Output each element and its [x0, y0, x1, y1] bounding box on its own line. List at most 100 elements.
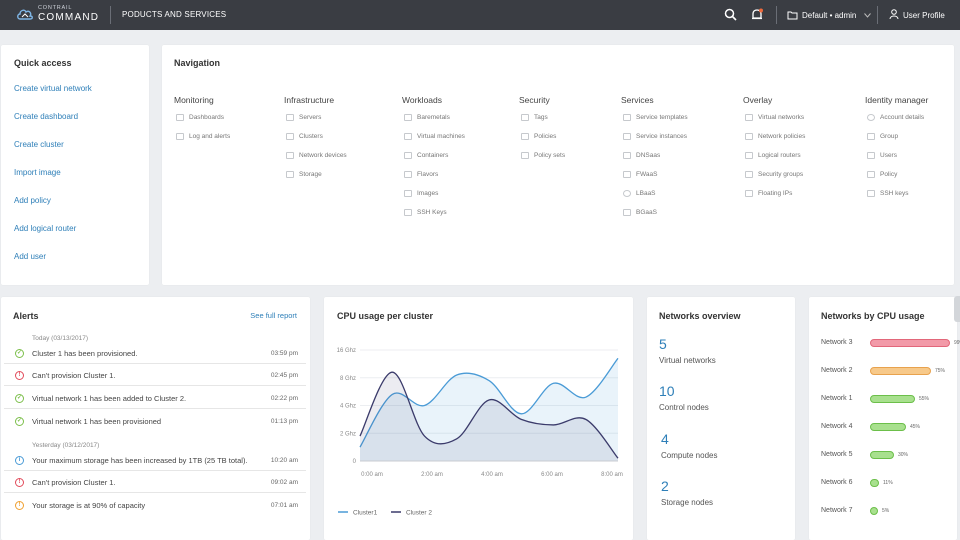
nav-item-bgaas[interactable]: BGaaS — [623, 209, 657, 216]
nav-item-label: Policy — [880, 171, 898, 178]
alert-time: 02:22 pm — [270, 395, 298, 402]
check-icon: ✓ — [15, 417, 24, 426]
import-image-link[interactable]: Import image — [14, 168, 61, 177]
logo-text-contrail: CONTRAIL — [38, 5, 73, 11]
alert-row[interactable]: ! Can't provision Cluster 1. 09:02 am — [4, 473, 306, 493]
see-full-report-link[interactable]: See full report — [250, 311, 297, 320]
create-virtual-network-link[interactable]: Create virtual network — [14, 84, 92, 93]
alert-time: 09:02 am — [270, 479, 298, 486]
nav-item-group[interactable]: Group — [867, 133, 898, 140]
user-profile-menu[interactable]: User Profile — [903, 11, 945, 20]
nav-item-service-instances[interactable]: Service instances — [623, 133, 687, 140]
router-icon — [745, 152, 753, 159]
container-icon — [404, 152, 412, 159]
network-cpu-row: Network 5 30% — [821, 450, 960, 460]
scrollbar-thumb[interactable] — [954, 296, 960, 322]
search-icon[interactable] — [724, 8, 737, 21]
divider — [776, 6, 777, 24]
users-icon — [867, 152, 875, 159]
contrail-logo[interactable]: CONTRAIL COMMAND — [16, 5, 100, 23]
y-tick-label: 2 Ghz — [340, 431, 356, 437]
nav-item-floating-ips[interactable]: Floating IPs — [745, 190, 792, 197]
alert-text: Your storage is at 90% of capacity — [32, 501, 146, 510]
cpu-usage-percent: 30% — [898, 452, 909, 458]
alert-row[interactable]: ✓ Virtual network 1 has been provisioned… — [4, 412, 306, 432]
nav-item-servers[interactable]: Servers — [286, 114, 321, 121]
network-cpu-row: Network 4 45% — [821, 422, 960, 432]
cpu-usage-bar — [870, 423, 906, 431]
alert-time: 03:59 pm — [270, 350, 298, 357]
x-tick-label: 6:00 am — [541, 472, 563, 478]
nav-item-dnsaas[interactable]: DNSaas — [623, 152, 660, 159]
network-name: Network 4 — [821, 423, 853, 430]
networks-overview-title: Networks overview — [659, 311, 741, 321]
server-icon — [286, 114, 294, 121]
alert-row[interactable]: i Your maximum storage has been increase… — [4, 451, 306, 471]
nav-item-label: Virtual networks — [758, 114, 805, 121]
nav-item-policies[interactable]: Policies — [521, 133, 556, 140]
nav-item-security-groups[interactable]: Security groups — [745, 171, 803, 178]
nav-item-containers[interactable]: Containers — [404, 152, 448, 159]
key-icon — [867, 190, 875, 197]
add-user-link[interactable]: Add user — [14, 252, 46, 261]
alert-row[interactable]: ! Your storage is at 90% of capacity 07:… — [4, 496, 306, 516]
add-policy-link[interactable]: Add policy — [14, 196, 51, 205]
nav-item-label: Security groups — [758, 171, 804, 178]
nav-item-ssh-keys[interactable]: SSH Keys — [404, 209, 447, 216]
create-dashboard-link[interactable]: Create dashboard — [14, 112, 78, 121]
nav-item-flavors[interactable]: Flavors — [404, 171, 438, 178]
project-selector[interactable]: Default • admin — [802, 11, 856, 20]
network-name: Network 5 — [821, 451, 853, 458]
nav-item-virtual-networks[interactable]: Virtual networks — [745, 114, 804, 121]
logo-text-command: COMMAND — [38, 11, 100, 23]
nav-item-dashboards[interactable]: Dashboards — [176, 114, 224, 121]
network-name: Network 3 — [821, 339, 853, 346]
nav-item-label: Service templates — [636, 114, 688, 121]
alert-row[interactable]: ✓ Cluster 1 has been provisioned. 03:59 … — [4, 344, 306, 364]
instance-icon — [623, 133, 631, 140]
alert-row[interactable]: ! Can't provision Cluster 1. 02:45 pm — [4, 366, 306, 386]
network-cpu-row: Network 3 99% — [821, 338, 960, 348]
quick-access-card: Quick access Create virtual network Crea… — [1, 45, 149, 285]
nav-item-clusters[interactable]: Clusters — [286, 133, 323, 140]
nav-item-virtual-machines[interactable]: Virtual machines — [404, 133, 465, 140]
user-icon — [889, 9, 899, 20]
nav-item-logical-routers[interactable]: Logical routers — [745, 152, 801, 159]
nav-item-policy[interactable]: Policy — [867, 171, 897, 178]
policy-set-icon — [521, 152, 529, 159]
alert-row[interactable]: ✓ Virtual network 1 has been added to Cl… — [4, 389, 306, 409]
alerts-title: Alerts — [13, 311, 39, 321]
nav-item-label: Users — [880, 152, 897, 159]
cpu-usage-bar — [870, 395, 915, 403]
bgp-icon — [623, 209, 631, 216]
network-name: Network 6 — [821, 479, 853, 486]
log-icon — [176, 133, 184, 140]
virtual-networks-count: 5 — [659, 336, 667, 352]
nav-item-network-devices[interactable]: Network devices — [286, 152, 347, 159]
nav-heading: Workloads — [402, 95, 442, 105]
network-name: Network 7 — [821, 507, 853, 514]
nav-item-storage[interactable]: Storage — [286, 171, 322, 178]
info-icon: i — [15, 456, 24, 465]
nav-item-network-policies[interactable]: Network policies — [745, 133, 805, 140]
nav-item-lbaas[interactable]: LBaaS — [623, 190, 656, 197]
networks-by-cpu-title: Networks by CPU usage — [821, 311, 925, 321]
nav-item-label: SSH keys — [880, 190, 909, 197]
compute-nodes-label: Compute nodes — [661, 451, 718, 460]
notification-bell-icon[interactable] — [751, 8, 764, 22]
nav-item-service-templates[interactable]: Service templates — [623, 114, 688, 121]
chevron-down-icon[interactable] — [864, 13, 871, 18]
nav-item-baremetals[interactable]: Baremetals — [404, 114, 450, 121]
add-logical-router-link[interactable]: Add logical router — [14, 224, 76, 233]
create-cluster-link[interactable]: Create cluster — [14, 140, 64, 149]
nav-item-ssh-keys[interactable]: SSH keys — [867, 190, 909, 197]
nav-item-images[interactable]: Images — [404, 190, 438, 197]
nav-item-users[interactable]: Users — [867, 152, 897, 159]
network-cpu-row: Network 2 75% — [821, 366, 960, 376]
nav-item-tags[interactable]: Tags — [521, 114, 548, 121]
nav-item-fwaas[interactable]: FWaaS — [623, 171, 657, 178]
nav-item-policy-sets[interactable]: Policy sets — [521, 152, 565, 159]
cpu-usage-percent: 45% — [910, 424, 921, 430]
nav-item-log-and-alerts[interactable]: Log and alerts — [176, 133, 230, 140]
nav-item-account-details[interactable]: Account details — [867, 114, 924, 121]
